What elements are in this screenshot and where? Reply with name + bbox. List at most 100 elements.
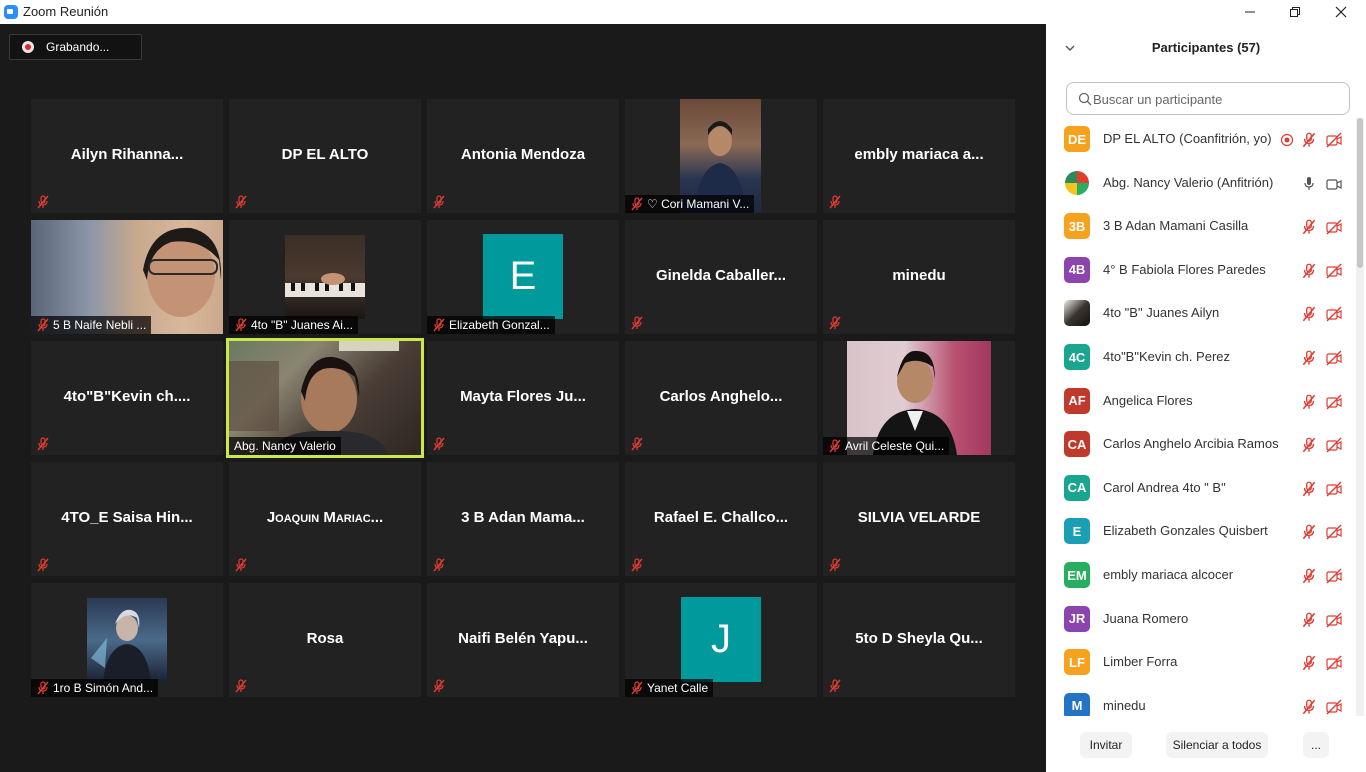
video-off-icon[interactable] (1325, 436, 1343, 454)
recording-icon (1280, 133, 1294, 147)
video-tile[interactable]: Carlos Anghelo... (625, 341, 817, 455)
mic-muted-icon[interactable] (1300, 218, 1318, 236)
video-tile[interactable]: Naifi Belén Yapu... (427, 583, 619, 697)
video-off-icon[interactable] (1325, 262, 1343, 280)
video-tile[interactable]: Avril Celeste Qui... (823, 341, 1015, 455)
video-tile[interactable]: Antonia Mendoza (427, 99, 619, 213)
invite-button[interactable]: Invitar (1080, 732, 1132, 758)
participant-search[interactable] (1066, 82, 1350, 115)
participant-row[interactable]: JR Juana Romero (1046, 598, 1352, 641)
mic-muted-icon[interactable] (1300, 131, 1318, 149)
participant-name: embly mariaca alcocer (1103, 567, 1234, 582)
participant-video (87, 598, 167, 682)
video-tile[interactable]: 1ro B Simón And... (31, 583, 223, 697)
video-tile[interactable]: Joaquin Mariac... (229, 462, 421, 576)
video-tile[interactable]: 3 B Adan Mama... (427, 462, 619, 576)
more-button[interactable]: ... (1303, 732, 1329, 758)
participant-row[interactable]: LF Limber Forra (1046, 641, 1352, 684)
video-tile[interactable]: 5to D Sheyla Qu... (823, 583, 1015, 697)
participant-row[interactable]: CA Carlos Anghelo Arcibia Ramos (1046, 423, 1352, 466)
video-tile[interactable]: 5 B Naife Nebli ... (31, 220, 223, 334)
video-off-icon[interactable] (1325, 698, 1343, 716)
mic-muted-icon[interactable] (1300, 654, 1318, 672)
video-tile[interactable]: Mayta Flores Ju... (427, 341, 619, 455)
video-tile[interactable]: E Elizabeth Gonzal... (427, 220, 619, 334)
mic-muted-icon (629, 557, 645, 573)
name-label: 1ro B Simón And... (31, 679, 159, 697)
participant-row[interactable]: 3B 3 B Adan Mamani Casilla (1046, 205, 1352, 248)
video-off-icon[interactable] (1325, 567, 1343, 585)
video-tile[interactable]: DP EL ALTO (229, 99, 421, 213)
participant-avatar (1064, 169, 1090, 196)
video-off-icon[interactable] (1325, 349, 1343, 367)
video-tile[interactable]: 4to"B"Kevin ch.... (31, 341, 223, 455)
mic-muted-icon[interactable] (1300, 480, 1318, 498)
video-icon[interactable] (1325, 175, 1343, 193)
participant-name: DP EL ALTO (281, 146, 369, 163)
recording-indicator[interactable]: Grabando... (9, 34, 142, 60)
video-tile[interactable]: Ailyn Rihanna... (31, 99, 223, 213)
participant-name: Angelica Flores (1103, 392, 1193, 408)
close-button[interactable] (1318, 0, 1364, 24)
video-tile[interactable]: Rosa (229, 583, 421, 697)
name-label: 4to "B" Juanes Ai... (229, 316, 358, 334)
search-input[interactable] (1093, 89, 1343, 109)
video-tile[interactable]: 4to "B" Juanes Ai... (229, 220, 421, 334)
video-off-icon[interactable] (1325, 305, 1343, 323)
minimize-button[interactable] (1227, 0, 1273, 24)
video-tile-active-speaker[interactable]: Abg. Nancy Valerio (226, 338, 424, 458)
participant-avatar: M (1064, 692, 1090, 716)
mic-muted-icon[interactable] (1300, 262, 1318, 280)
participant-row[interactable]: Abg. Nancy Valerio (Anfitrión) (1046, 162, 1352, 205)
mic-muted-icon (629, 196, 645, 212)
video-off-icon[interactable] (1325, 218, 1343, 236)
video-off-icon[interactable] (1325, 480, 1343, 498)
participant-name: Elizabeth Gonzales Quisbert (1103, 523, 1268, 539)
close-icon (1335, 6, 1347, 18)
participant-name: 4TO_E Saisa Hin... (61, 509, 193, 526)
mic-muted-icon (629, 436, 645, 452)
participant-row[interactable]: DE DP EL ALTO (Coanfitrión, yo) (1046, 118, 1352, 161)
participant-avatar: CA (1064, 431, 1090, 458)
video-off-icon[interactable] (1325, 393, 1343, 411)
video-tile[interactable]: J Yanet Calle (625, 583, 817, 697)
participant-row[interactable]: M minedu (1046, 685, 1352, 716)
mic-muted-icon[interactable] (1300, 349, 1318, 367)
mic-muted-icon[interactable] (1300, 393, 1318, 411)
mic-muted-icon[interactable] (1300, 436, 1318, 454)
mute-all-button[interactable]: Silenciar a todos (1166, 732, 1268, 758)
participant-avatar: E (483, 234, 563, 319)
video-tile[interactable]: SILVIA VELARDE (823, 462, 1015, 576)
video-tile[interactable]: ♡ Cori Mamani V... (625, 99, 817, 213)
participant-row[interactable]: AF Angelica Flores (1046, 380, 1352, 423)
participant-name: minedu (1103, 697, 1146, 713)
video-off-icon[interactable] (1325, 131, 1343, 149)
video-tile[interactable]: 4TO_E Saisa Hin... (31, 462, 223, 576)
mic-muted-icon[interactable] (1300, 698, 1318, 716)
participant-avatar: J (681, 597, 761, 682)
participant-row[interactable]: EM embly mariaca alcocer (1046, 554, 1352, 597)
participant-row[interactable]: 4to "B" Juanes Ailyn (1046, 292, 1352, 335)
participant-row[interactable]: E Elizabeth Gonzales Quisbert (1046, 510, 1352, 553)
video-tile[interactable]: Ginelda Caballer... (625, 220, 817, 334)
video-tile[interactable]: minedu (823, 220, 1015, 334)
scrollbar-thumb[interactable] (1357, 118, 1363, 268)
mic-muted-icon[interactable] (1300, 305, 1318, 323)
name-label: Yanet Calle (625, 679, 714, 697)
participant-list-scrollbar[interactable] (1356, 118, 1364, 716)
name-label: ♡ Cori Mamani V... (625, 195, 755, 213)
participant-row[interactable]: 4B 4° B Fabiola Flores Paredes (1046, 249, 1352, 292)
video-off-icon[interactable] (1325, 611, 1343, 629)
mic-muted-icon[interactable] (1300, 567, 1318, 585)
maximize-button[interactable] (1272, 0, 1318, 24)
video-off-icon[interactable] (1325, 523, 1343, 541)
participant-row[interactable]: CA Carol Andrea 4to " B" (1046, 467, 1352, 510)
mic-muted-icon[interactable] (1300, 523, 1318, 541)
participant-row[interactable]: 4C 4to"B"Kevin ch. Perez (1046, 336, 1352, 379)
video-off-icon[interactable] (1325, 654, 1343, 672)
video-tile[interactable]: Rafael E. Challco... (625, 462, 817, 576)
mic-muted-icon (629, 680, 645, 696)
mic-icon[interactable] (1300, 175, 1318, 193)
mic-muted-icon[interactable] (1300, 611, 1318, 629)
video-tile[interactable]: embly mariaca a... (823, 99, 1015, 213)
